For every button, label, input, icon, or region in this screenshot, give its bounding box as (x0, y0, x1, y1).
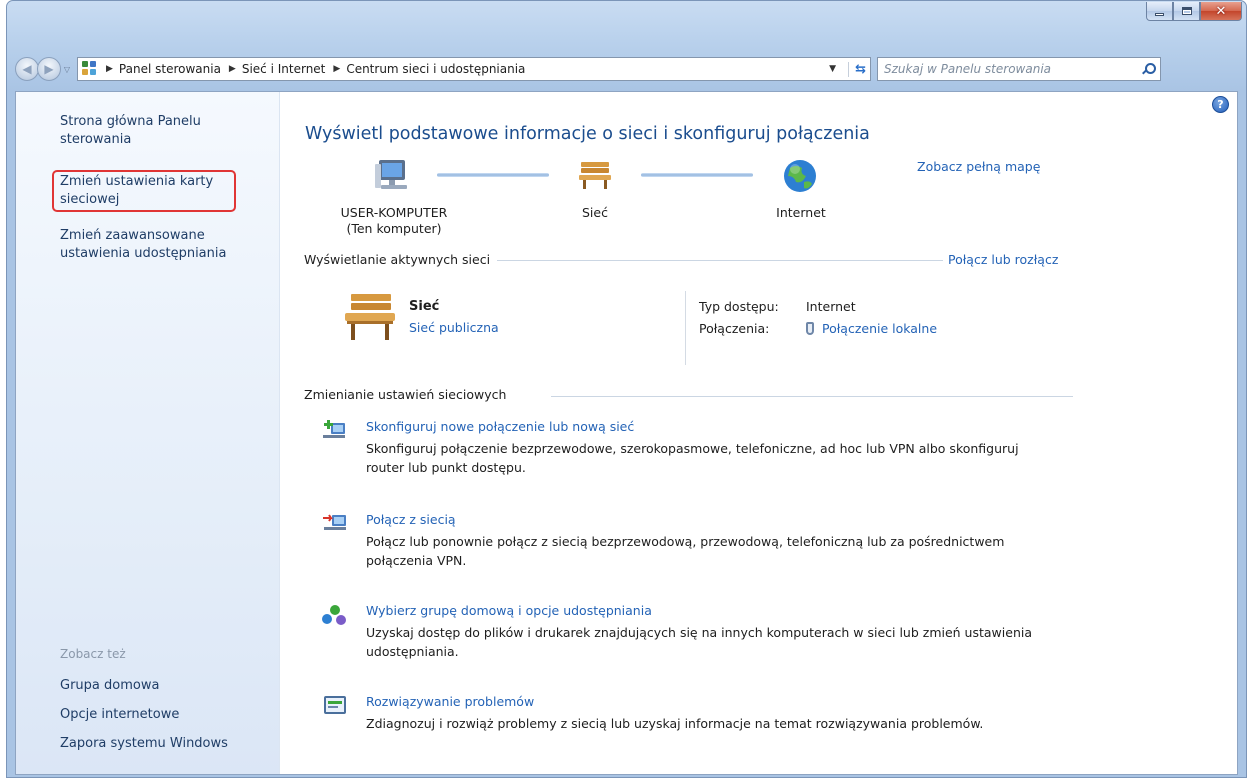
control-panel-icon (82, 61, 98, 77)
breadcrumb-network-internet[interactable]: Sieć i Internet (242, 62, 326, 76)
title-bar: ✕ (7, 1, 1246, 51)
computer-name: USER-KOMPUTER (340, 205, 448, 220)
map-connection-line (641, 173, 753, 177)
connect-network-icon (323, 514, 346, 530)
active-network-name: Sieć (409, 299, 440, 314)
access-type-value: Internet (806, 299, 856, 314)
new-connection-icon (323, 420, 345, 438)
search-box[interactable]: Szukaj w Panelu sterowania (877, 57, 1161, 81)
connections-label: Połączenia: (699, 321, 770, 336)
breadcrumb-control-panel[interactable]: Panel sterowania (119, 62, 221, 76)
choose-homegroup-description: Uzyskaj dostęp do plików i drukarek znaj… (366, 625, 1032, 659)
access-type-label: Typ dostępu: (699, 299, 779, 314)
caption-buttons: ✕ (1146, 2, 1242, 21)
see-also-homegroup[interactable]: Grupa domowa (60, 677, 255, 695)
task-troubleshoot: Rozwiązywanie problemów Zdiagnozuj i roz… (321, 694, 1041, 744)
task-new-connection: Skonfiguruj nowe połączenie lub nową sie… (321, 419, 1041, 489)
minimize-icon (1155, 12, 1164, 16)
connect-to-network-description: Połącz lub ponownie połącz z siecią bezp… (366, 534, 1005, 568)
forward-arrow-icon: ▶ (44, 62, 54, 76)
task-pane: Strona główna Panelu sterowania Zmień us… (16, 92, 280, 774)
sidebar-link-change-adapter-settings[interactable]: Zmień ustawienia karty sieciowej (52, 170, 236, 212)
back-arrow-icon: ◀ (22, 62, 32, 76)
page-title: Wyświetl podstawowe informacje o sieci i… (305, 124, 870, 144)
recent-pages-dropdown[interactable]: ▽ (61, 65, 73, 74)
troubleshoot-icon (324, 696, 346, 714)
window-frame: ✕ ◀ ▶ ▽ ▶ Panel sterowania ▶ Sieć i Inte… (6, 0, 1247, 778)
search-icon[interactable] (1142, 63, 1156, 75)
change-settings-heading: Zmienianie ustawień sieciowych (304, 387, 507, 402)
minimize-button[interactable] (1146, 2, 1173, 21)
breadcrumb-separator-icon[interactable]: ▶ (333, 64, 340, 74)
connect-to-network-link[interactable]: Połącz z siecią (366, 512, 456, 527)
connect-disconnect-link[interactable]: Połącz lub rozłącz (948, 252, 1058, 267)
active-networks-heading: Wyświetlanie aktywnych sieci (304, 252, 491, 267)
map-node-internet[interactable]: Internet (766, 205, 836, 221)
back-button[interactable]: ◀ (15, 57, 39, 81)
content-area: Strona główna Panelu sterowania Zmień us… (15, 91, 1238, 775)
map-node-network[interactable]: Sieć (565, 205, 625, 221)
task-homegroup: Wybierz grupę domową i opcje udostępnian… (321, 603, 1041, 673)
ethernet-plug-icon (806, 322, 814, 335)
network-bench-icon (345, 294, 395, 340)
close-button[interactable]: ✕ (1200, 2, 1242, 21)
refresh-icon[interactable]: ⇆ (848, 61, 866, 77)
sidebar-link-control-panel-home[interactable]: Strona główna Panelu sterowania (60, 113, 255, 149)
maximize-icon (1181, 7, 1192, 15)
network-location-link[interactable]: Sieć publiczna (409, 320, 499, 335)
forward-button[interactable]: ▶ (37, 57, 61, 81)
vertical-divider (685, 291, 686, 365)
task-connect-network: Połącz z siecią Połącz lub ponownie połą… (321, 512, 1041, 582)
setup-new-connection-description: Skonfiguruj połączenie bezprzewodowe, sz… (366, 441, 1019, 475)
close-icon: ✕ (1215, 3, 1227, 19)
section-divider (497, 260, 943, 261)
homegroup-icon (322, 605, 346, 625)
maximize-button[interactable] (1173, 2, 1200, 21)
see-full-map-link[interactable]: Zobacz pełną mapę (917, 159, 1040, 174)
troubleshoot-problems-description: Zdiagnozuj i rozwiąż problemy z siecią l… (366, 716, 984, 731)
section-divider (551, 396, 1073, 397)
see-also-internet-options[interactable]: Opcje internetowe (60, 706, 255, 724)
address-bar[interactable]: ▶ Panel sterowania ▶ Sieć i Internet ▶ C… (77, 57, 871, 81)
computer-icon[interactable] (375, 158, 411, 192)
see-also-windows-firewall[interactable]: Zapora systemu Windows (60, 735, 255, 753)
address-tail: ▼ ⇆ (829, 58, 866, 80)
navigation-row: ◀ ▶ ▽ ▶ Panel sterowania ▶ Sieć i Intern… (15, 56, 1240, 82)
setup-new-connection-link[interactable]: Skonfiguruj nowe połączenie lub nową sie… (366, 419, 634, 434)
local-connection-link[interactable]: Połączenie lokalne (822, 321, 937, 336)
computer-subtitle: (Ten komputer) (346, 221, 442, 236)
search-input[interactable]: Szukaj w Panelu sterowania (884, 62, 1051, 76)
main-pane: Wyświetl podstawowe informacje o sieci i… (280, 92, 1237, 774)
connection-item[interactable]: Połączenie lokalne (806, 321, 937, 336)
address-dropdown-icon[interactable]: ▼ (829, 64, 836, 74)
network-bench-icon[interactable] (578, 158, 612, 190)
internet-globe-icon[interactable] (782, 158, 818, 194)
map-node-computer[interactable]: USER-KOMPUTER (Ten komputer) (324, 205, 464, 237)
map-connection-line (437, 173, 549, 177)
troubleshoot-problems-link[interactable]: Rozwiązywanie problemów (366, 694, 534, 709)
breadcrumb-network-sharing-center[interactable]: Centrum sieci i udostępniania (346, 62, 525, 76)
sidebar-link-advanced-sharing[interactable]: Zmień zaawansowane ustawienia udostępnia… (60, 227, 255, 263)
choose-homegroup-link[interactable]: Wybierz grupę domową i opcje udostępnian… (366, 603, 652, 618)
see-also-heading: Zobacz też (60, 647, 126, 661)
breadcrumb-separator-icon[interactable]: ▶ (229, 64, 236, 74)
breadcrumb-separator-icon[interactable]: ▶ (106, 64, 113, 74)
